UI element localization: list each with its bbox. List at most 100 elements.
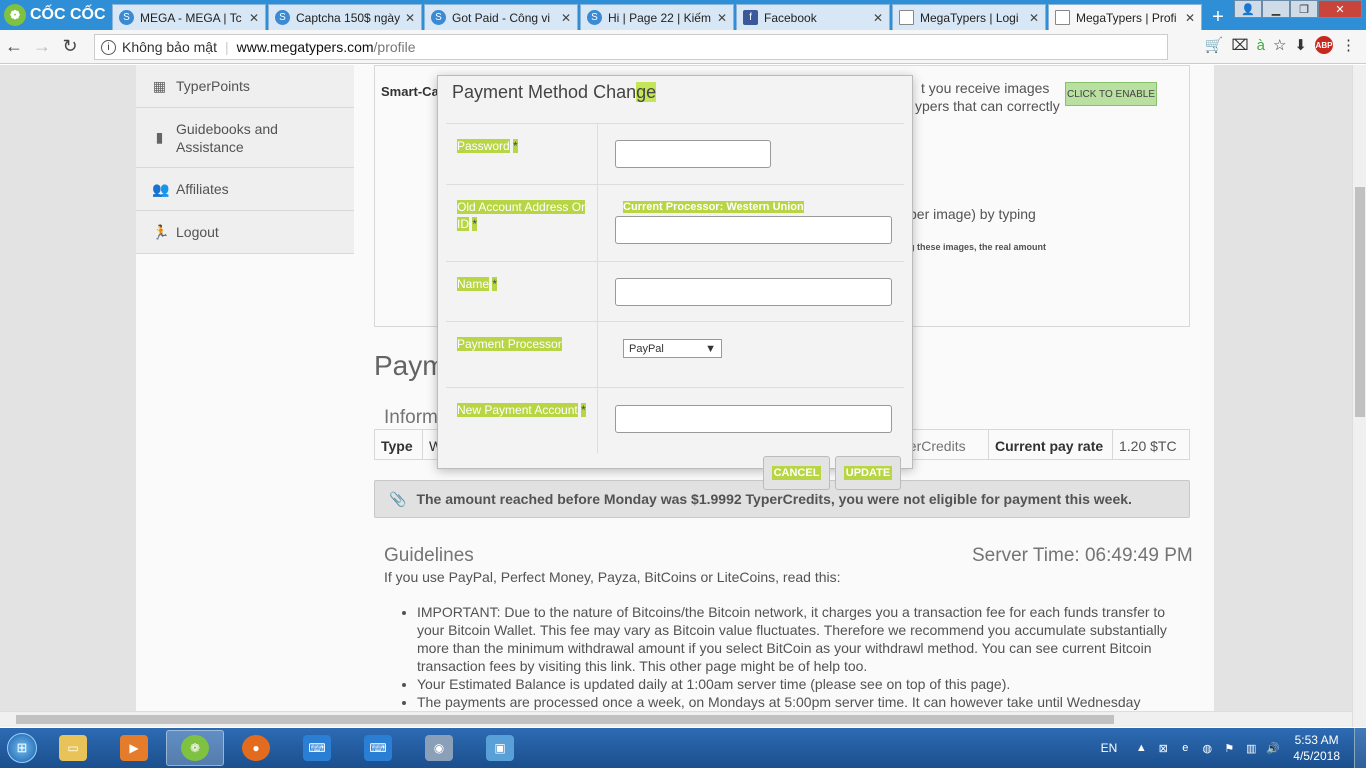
tray-app-icon[interactable]: ◍ bbox=[1199, 740, 1215, 756]
taskbar-media[interactable]: ▶ bbox=[105, 730, 163, 766]
action-center-icon[interactable]: ⚑ bbox=[1221, 740, 1237, 756]
browser-tab[interactable]: S Got Paid - Công vi ✕ bbox=[424, 4, 578, 30]
name-row: Name * bbox=[446, 261, 904, 321]
media-player-icon: ▶ bbox=[120, 735, 148, 761]
processor-label: Payment Processor bbox=[446, 322, 598, 387]
keyboard-icon: ⌨ bbox=[364, 735, 392, 761]
s-icon: S bbox=[119, 10, 134, 25]
new-account-label: New Payment Account * bbox=[446, 388, 598, 453]
horizontal-scroll-thumb[interactable] bbox=[16, 715, 1114, 724]
browser-tab[interactable]: S Captcha 150$ ngày ✕ bbox=[268, 4, 422, 30]
new-account-row: New Payment Account * bbox=[446, 387, 904, 453]
translate-icon[interactable]: ⌧ bbox=[1231, 36, 1248, 54]
old-account-input[interactable] bbox=[615, 216, 892, 244]
close-tab-icon[interactable]: ✕ bbox=[1029, 11, 1039, 25]
coccoc-a-icon[interactable]: à bbox=[1257, 37, 1265, 54]
url-bar[interactable]: i Không bảo mật | www.megatypers.com/pro… bbox=[94, 34, 1168, 60]
cart-icon[interactable]: 🛒 bbox=[1205, 36, 1224, 54]
close-tab-icon[interactable]: ✕ bbox=[249, 11, 259, 25]
taskbar-explorer[interactable]: ▭ bbox=[44, 730, 102, 766]
maximize-button[interactable]: ❐ bbox=[1290, 0, 1318, 18]
password-row: Password * bbox=[446, 123, 904, 184]
close-tab-icon[interactable]: ✕ bbox=[405, 11, 415, 25]
browser-tab-active[interactable]: MegaTypers | Profi ✕ bbox=[1048, 4, 1202, 30]
close-tab-icon[interactable]: ✕ bbox=[717, 11, 727, 25]
s-icon: S bbox=[431, 10, 446, 25]
taskbar-app[interactable]: ◉ bbox=[410, 730, 468, 766]
browser-tab[interactable]: S Hi | Page 22 | Kiếm ✕ bbox=[580, 4, 734, 30]
url-separator: | bbox=[224, 39, 229, 55]
s-icon: S bbox=[587, 10, 602, 25]
vertical-scroll-thumb[interactable] bbox=[1355, 187, 1365, 417]
show-hidden-icons[interactable]: ▲ bbox=[1133, 740, 1149, 756]
cancel-button[interactable]: CANCEL bbox=[763, 456, 830, 490]
security-label: Không bảo mật bbox=[122, 39, 217, 55]
facebook-icon: f bbox=[743, 10, 758, 25]
taskbar-coccoc[interactable]: ❁ bbox=[166, 730, 224, 766]
window-close-button[interactable]: ✕ bbox=[1318, 0, 1362, 18]
window-controls: 👤 ▁ ❐ ✕ bbox=[1234, 0, 1362, 18]
taskbar-keyboard-1[interactable]: ⌨ bbox=[288, 730, 346, 766]
forward-arrow-icon[interactable]: → bbox=[28, 36, 56, 57]
browser-tab[interactable]: S MEGA - MEGA | Tc ✕ bbox=[112, 4, 266, 30]
adblock-icon[interactable]: ABP bbox=[1315, 36, 1333, 54]
app-icon: ◉ bbox=[425, 735, 453, 761]
toolbar-icons: 🛒 ⌧ à ☆ ⬇ ABP ⋮ bbox=[1205, 36, 1356, 54]
ie-icon[interactable]: e bbox=[1177, 740, 1193, 756]
coccoc-icon: ❁ bbox=[181, 735, 209, 761]
browser-tab[interactable]: MegaTypers | Logi ✕ bbox=[892, 4, 1046, 30]
language-indicator[interactable]: EN bbox=[1101, 741, 1118, 755]
new-tab-button[interactable]: + bbox=[1204, 4, 1232, 30]
info-icon[interactable]: i bbox=[101, 39, 116, 55]
payment-method-dialog: Payment Method Change Password * Old Acc… bbox=[437, 75, 913, 490]
firefox-icon: ● bbox=[242, 735, 270, 761]
taskbar-firefox[interactable]: ● bbox=[227, 730, 285, 766]
dialog-title: Payment Method Change bbox=[452, 82, 657, 102]
browser-tab[interactable]: f Facebook ✕ bbox=[736, 4, 890, 30]
coccoc-icon: ❁ bbox=[4, 4, 26, 26]
doc-icon bbox=[1055, 10, 1070, 25]
password-input[interactable] bbox=[615, 140, 771, 168]
horizontal-scrollbar[interactable] bbox=[0, 711, 1352, 727]
password-label: Password * bbox=[446, 124, 598, 184]
close-tab-icon[interactable]: ✕ bbox=[1185, 11, 1195, 25]
minimize-button[interactable]: ▁ bbox=[1262, 0, 1290, 18]
name-input[interactable] bbox=[615, 278, 892, 306]
download-icon[interactable]: ⬇ bbox=[1294, 36, 1307, 54]
menu-icon[interactable]: ⋮ bbox=[1341, 36, 1356, 54]
close-tab-icon[interactable]: ✕ bbox=[561, 11, 571, 25]
payment-processor-select[interactable]: PayPal ▼ bbox=[623, 339, 722, 358]
address-toolbar: ← → ↻ i Không bảo mật | www.megatypers.c… bbox=[0, 30, 1366, 64]
vertical-scrollbar[interactable] bbox=[1352, 65, 1366, 727]
url-path: /profile bbox=[373, 39, 416, 55]
volume-icon[interactable]: 🔊 bbox=[1265, 740, 1281, 756]
start-button[interactable]: ⊞ bbox=[0, 728, 44, 768]
windows-taskbar: ⊞ ▭ ▶ ❁ ● ⌨ ⌨ ◉ ▣ EN ▲ ⊠ e ◍ ⚑ ▥ 🔊 5:53 … bbox=[0, 728, 1366, 768]
browser-tab-bar: ❁ CỐC CỐC S MEGA - MEGA | Tc ✕ S Captcha 150… bbox=[0, 0, 1366, 30]
update-button[interactable]: UPDATE bbox=[835, 456, 901, 490]
s-icon: S bbox=[275, 10, 290, 25]
taskbar-keyboard-2[interactable]: ⌨ bbox=[349, 730, 407, 766]
close-tab-icon[interactable]: ✕ bbox=[873, 11, 883, 25]
network-icon[interactable]: ▥ bbox=[1243, 740, 1259, 756]
old-account-label: Old Account Address Or ID * bbox=[446, 185, 598, 261]
star-icon[interactable]: ☆ bbox=[1273, 36, 1286, 54]
page-viewport: ▦ TyperPoints ▮ Guidebooks and Assistance … bbox=[0, 65, 1352, 711]
system-tray: EN ▲ ⊠ e ◍ ⚑ ▥ 🔊 5:53 AM 4/5/2018 bbox=[1101, 728, 1366, 768]
windows-logo-icon: ⊞ bbox=[7, 733, 37, 763]
old-account-row: Old Account Address Or ID * Current Proc… bbox=[446, 184, 904, 261]
taskbar-photos[interactable]: ▣ bbox=[471, 730, 529, 766]
show-desktop-button[interactable] bbox=[1354, 728, 1366, 768]
folder-icon: ▭ bbox=[59, 735, 87, 761]
doc-icon bbox=[899, 10, 914, 25]
new-account-input[interactable] bbox=[615, 405, 892, 433]
user-icon[interactable]: 👤 bbox=[1234, 0, 1262, 18]
back-arrow-icon[interactable]: ← bbox=[0, 36, 28, 57]
tray-app-icon[interactable]: ⊠ bbox=[1155, 740, 1171, 756]
reload-icon[interactable]: ↻ bbox=[56, 36, 84, 57]
clock[interactable]: 5:53 AM 4/5/2018 bbox=[1293, 732, 1340, 764]
coccoc-logo[interactable]: ❁ CỐC CỐC bbox=[0, 0, 112, 30]
url-host: www.megatypers.com bbox=[236, 39, 374, 55]
name-label: Name * bbox=[446, 262, 598, 321]
keyboard-icon: ⌨ bbox=[303, 735, 331, 761]
